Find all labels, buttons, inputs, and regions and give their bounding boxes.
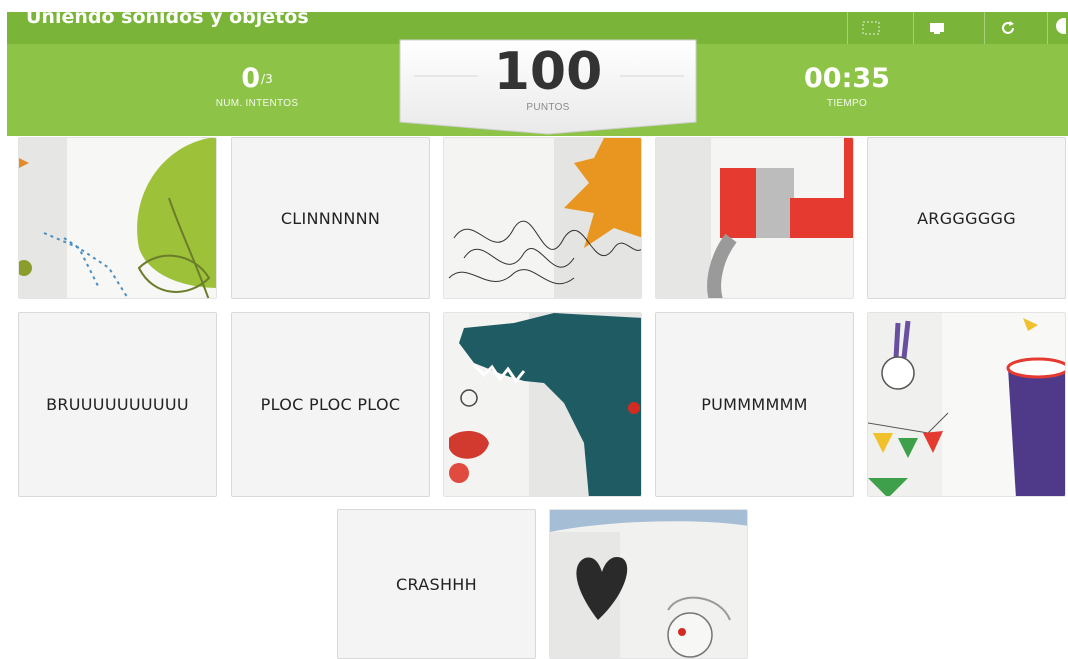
restart-button[interactable] (984, 12, 1031, 44)
card-sound-bruuuu[interactable]: BRUUUUUUUUUU (18, 312, 217, 497)
card-sound-crashhh[interactable]: CRASHHH (337, 509, 536, 659)
watering-can-plant-icon (19, 138, 216, 298)
heart-girl-icon (550, 510, 747, 658)
card-sound-ploc[interactable]: PLOC PLOC PLOC (231, 312, 430, 497)
card-label: ARGGGGGG (917, 208, 1016, 228)
card-image-rabbit-hat[interactable] (867, 312, 1066, 497)
card-label: PUMMMMMM (701, 395, 808, 414)
points-value: 100 (493, 42, 603, 102)
screen-button[interactable] (913, 12, 960, 44)
timer: 00:35 TIEMPO (777, 63, 917, 110)
scribble-sun-icon (444, 138, 641, 298)
card-sound-arggggggg[interactable]: ARGGGGGG (867, 137, 1066, 299)
attempts-value: 0 (241, 63, 261, 94)
card-sound-clinnnnnn[interactable]: CLINNNNNN (231, 137, 430, 299)
points-badge: 100 PUNTOS (398, 38, 698, 136)
time-label: TIEMPO (826, 98, 868, 109)
card-label: BRUUUUUUUUUU (46, 395, 189, 414)
card-label: PLOC PLOC PLOC (260, 395, 401, 414)
card-label: CRASHHH (396, 574, 477, 594)
card-sound-pummmmmm[interactable]: PUMMMMMM (655, 312, 854, 497)
fullscreen-button[interactable] (847, 12, 894, 44)
attempts-label: NUM. INTENTOS (215, 98, 299, 109)
card-image-heart[interactable] (549, 509, 748, 659)
card-image-watering-can[interactable] (18, 137, 217, 299)
wolf-red-riding-hood-icon (444, 313, 641, 496)
screen-icon (930, 23, 944, 34)
menu-button[interactable] (1047, 12, 1068, 44)
card-image-red-hat[interactable] (655, 137, 854, 299)
rabbit-magic-hat-icon (868, 313, 1065, 496)
card-image-wolf[interactable] (443, 312, 642, 497)
points-label: PUNTOS (526, 102, 570, 113)
attempts-max: /3 (261, 72, 273, 86)
time-value: 00:35 (804, 63, 890, 94)
app-title: Uniendo sonidos y objetos (26, 6, 309, 28)
card-label: CLINNNNNN (280, 208, 381, 228)
restart-icon (1002, 21, 1014, 34)
card-image-scribble[interactable] (443, 137, 642, 299)
menu-icon (1055, 18, 1066, 34)
attempts-counter: 0/3 NUM. INTENTOS (187, 63, 327, 110)
fullscreen-icon (862, 21, 880, 35)
red-hat-cup-icon (656, 138, 853, 298)
